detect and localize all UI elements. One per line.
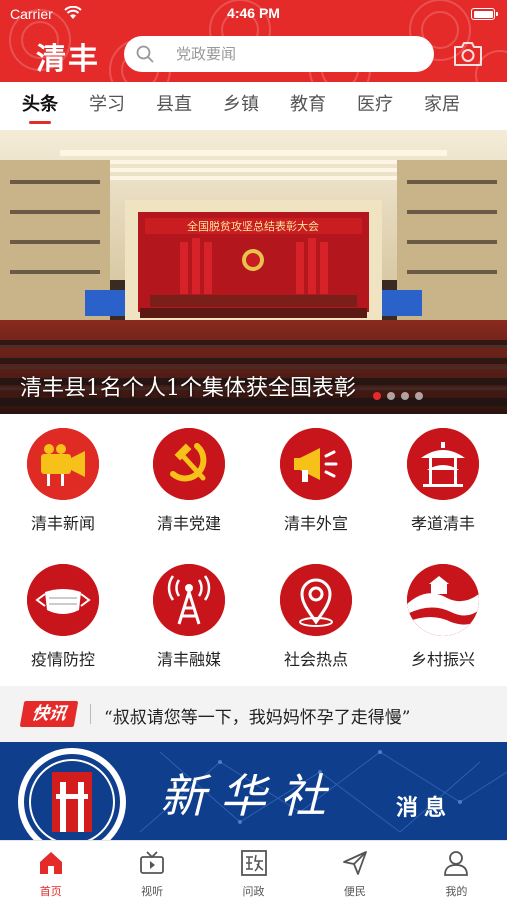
tabbar-label: 视听 [141, 885, 164, 898]
tv-icon [140, 851, 165, 874]
hall-banner-text: 全国脱贫攻坚总结表彰大会 [187, 219, 319, 233]
grid-item-label: 清丰融媒 [156, 650, 221, 669]
carousel-dot[interactable] [387, 392, 395, 400]
search-bar[interactable] [124, 36, 434, 72]
promo-subtitle: 消息 [396, 796, 453, 821]
grid-item-label: 疫情防控 [30, 650, 95, 669]
news-flash-text[interactable]: “叔叔请您等一下，我妈妈怀孕了走得慢” [104, 703, 499, 728]
news-flash-tag: 快讯 [19, 701, 79, 727]
search-input[interactable] [176, 36, 416, 72]
battery-icon [471, 8, 498, 20]
grid-item-filial-piety[interactable]: 孝道清丰 [380, 414, 506, 550]
grid-item-party-building[interactable]: 清丰党建 [126, 414, 252, 550]
news-flash-bar[interactable]: 快讯 “叔叔请您等一下，我妈妈怀孕了走得慢” [0, 686, 507, 742]
grid-item-label: 清丰新闻 [30, 514, 95, 533]
tabbar-label: 我的 [445, 885, 468, 898]
grid-item-label: 清丰党建 [156, 514, 221, 533]
service-grid: 清丰新闻 清丰党建 清丰外宣 孝道清丰 疫情防控 清丰融媒 社会热点 乡村振兴 [0, 414, 507, 686]
header: Carrier 4:46 PM 清丰 [0, 0, 507, 82]
grid-item-media[interactable]: 清丰融媒 [126, 550, 252, 686]
zheng-icon [240, 850, 267, 876]
tab-toutiao[interactable]: 头条 [22, 82, 58, 130]
channel-tabs: 头条 学习 县直 乡镇 教育 医疗 家居 [0, 82, 507, 130]
divider [90, 704, 91, 724]
grid-item-label: 乡村振兴 [410, 650, 475, 669]
promo-banner[interactable]: 新华社 消息 [0, 742, 507, 840]
hammer-sickle-icon [153, 428, 225, 500]
promo-title: 新华社 [160, 769, 340, 823]
tab-jiaju[interactable]: 家居 [424, 82, 460, 130]
carousel-dot[interactable] [415, 392, 423, 400]
search-icon [136, 45, 154, 63]
tabbar-label: 问政 [242, 885, 265, 898]
user-icon [444, 851, 469, 876]
location-pin-icon [280, 564, 352, 636]
grid-item-label: 清丰外宣 [283, 514, 348, 533]
grid-item-hot-topics[interactable]: 社会热点 [253, 550, 379, 686]
countryside-icon [407, 564, 479, 636]
tabbar-inquiry[interactable]: 问政 [203, 841, 304, 900]
tabbar-label: 首页 [39, 885, 62, 898]
app-logo: 清丰 [36, 42, 100, 77]
grid-item-label: 社会热点 [283, 650, 348, 669]
carousel-dot[interactable] [401, 392, 409, 400]
carousel-dots [373, 392, 423, 400]
tab-xiangzhen[interactable]: 乡镇 [223, 82, 259, 130]
tabbar-services[interactable]: 便民 [304, 841, 405, 900]
bottom-tab-bar: 首页 视听 问政 便民 我的 [0, 840, 507, 900]
video-camera-icon [27, 428, 99, 500]
home-icon [39, 852, 62, 874]
tab-jiaoyu[interactable]: 教育 [290, 82, 326, 130]
pavilion-icon [407, 428, 479, 500]
grid-item-label: 孝道清丰 [410, 514, 475, 533]
tabbar-profile[interactable]: 我的 [406, 841, 507, 900]
grid-item-publicity[interactable]: 清丰外宣 [253, 414, 379, 550]
status-bar: Carrier 4:46 PM [0, 0, 507, 28]
tab-yiliao[interactable]: 医疗 [357, 82, 393, 130]
grid-item-epidemic[interactable]: 疫情防控 [0, 550, 126, 686]
tabbar-label: 便民 [343, 885, 366, 898]
megaphone-icon [280, 428, 352, 500]
grid-item-rural-revitalization[interactable]: 乡村振兴 [380, 550, 506, 686]
broadcast-tower-icon [153, 564, 225, 636]
carousel-dot[interactable] [373, 392, 381, 400]
tabbar-home[interactable]: 首页 [0, 841, 101, 900]
camera-icon[interactable] [452, 40, 484, 68]
status-time: 4:46 PM [227, 5, 280, 21]
send-icon [343, 851, 367, 875]
app-screen: Carrier 4:46 PM 清丰 头条 学习 县直 乡镇 教育 [0, 0, 507, 900]
tabbar-audiovisual[interactable]: 视听 [101, 841, 202, 900]
tab-xianzhi[interactable]: 县直 [156, 82, 192, 130]
face-mask-icon [27, 564, 99, 636]
grid-item-qingfeng-news[interactable]: 清丰新闻 [0, 414, 126, 550]
tab-xuexi[interactable]: 学习 [89, 82, 125, 130]
